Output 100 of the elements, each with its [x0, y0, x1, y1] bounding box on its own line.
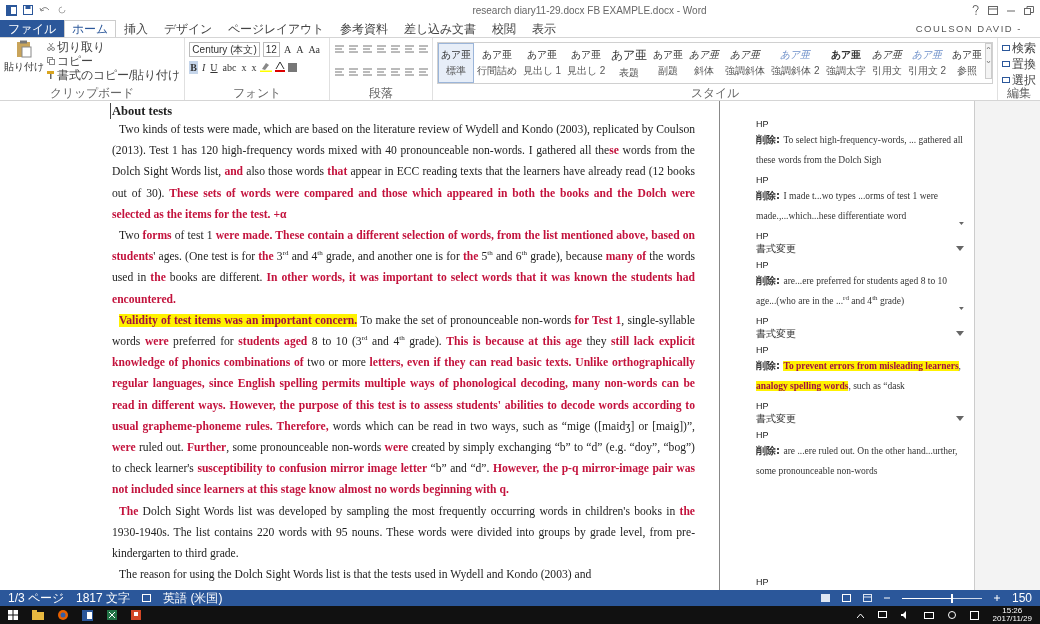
- comment-author: HP: [756, 430, 770, 441]
- windows-start-icon[interactable]: [8, 610, 18, 620]
- copy-button[interactable]: コピー: [47, 54, 181, 68]
- word-count: 1817 文字: [76, 589, 131, 607]
- comment-author: HP: [756, 401, 770, 412]
- save-icon[interactable]: [23, 5, 33, 15]
- zoom-level[interactable]: 150: [1011, 591, 1032, 605]
- file-tab[interactable]: ファイル: [0, 20, 64, 37]
- font-name-field[interactable]: Century (本文): [189, 41, 260, 57]
- deletion-note: 削除: I made t...wo types ...orms of test 1 were made.,...which...hese differentiate word: [756, 189, 940, 223]
- user-name[interactable]: COULSON DAVID -: [915, 23, 1040, 34]
- clock-date: 2017/11/29: [992, 615, 1032, 624]
- style-option[interactable]: あア亜 強調太字: [822, 43, 869, 83]
- ribbon-tab[interactable]: 表示: [524, 20, 564, 37]
- font-button[interactable]: x: [240, 60, 248, 74]
- style-option[interactable]: あア亜 行間詰め: [473, 43, 520, 83]
- folder-icon[interactable]: [32, 610, 44, 620]
- web-layout-icon[interactable]: [862, 594, 872, 602]
- group-label: クリップボード: [49, 87, 136, 100]
- group-label: スタイル: [689, 87, 740, 100]
- style-option[interactable]: あア亜 見出し 2: [563, 43, 609, 83]
- zoom-in-icon[interactable]: [993, 595, 1000, 601]
- dropdown-arrow-icon[interactable]: [959, 221, 964, 226]
- cut-button[interactable]: 切り取り: [47, 40, 181, 54]
- paragraph: The Dolch Sight Words list was developed by sampling the most frequently occurring words in children's books in the 1930-1940s. The list contains 220 words with 95 nouns. These words were divided into groups by grade level, from pre-kindergarten to third grade.: [112, 503, 695, 563]
- ribbon-tab[interactable]: 差し込み文書: [396, 20, 484, 37]
- shading-icon[interactable]: [288, 62, 298, 72]
- excel-taskbar-icon[interactable]: [107, 610, 117, 620]
- scissors-icon: [47, 43, 55, 51]
- group-label: 段落: [367, 87, 394, 100]
- paragraph: The reason for using the Dolch Sight Words list is that the tests used in Wydell and Kondo (2003) and: [118, 567, 593, 584]
- gallery-scroll-icon[interactable]: [985, 43, 992, 79]
- comment-author: HP: [756, 316, 770, 327]
- copy-icon: [47, 57, 55, 65]
- dropdown-arrow-icon[interactable]: [956, 246, 964, 251]
- comment-author: HP: [756, 175, 770, 186]
- ribbon-tab[interactable]: ページレイアウト: [220, 20, 332, 37]
- paragraph: Validity of test items was an important concern. To make the set of pronounceable non-words for Test 1, single-syllable words were preferred for students aged 8 to 10 (3$^{rd}$ and 4$^{th}$ grade). This is because at this age they still lack explicit knowledge of phonics combinations of two or more letters, even if they can read basic texts. Unlike orthographically regular languages, since English spelling permits multiple ways of phonological decoding, many non-words can be read in different ways. However, the purpose of this test is to assess students' abilities to decode words according to usual grapheme-phoneme rules. Therefore, words which can be read in two ways, such as “mige ([maidʒ] or [maig])”, were ruled out. Further, some pronounceable non-words were created by simply exchanging “b” to “d” (e.g. “doy”, “bog”) to check learner's susceptibility to confusion mirror image letter “b” and “d”. However, the p-q mirror-image pair was not included since learners at this stage know almost no words beginning with q.: [112, 312, 695, 499]
- style-option[interactable]: あア亜 引用文 2: [904, 43, 949, 83]
- word-app-icon: [6, 4, 17, 16]
- language-status[interactable]: 英語 (米国): [163, 589, 223, 607]
- format-change-label: 書式変更: [756, 327, 796, 340]
- comment-author: HP: [756, 577, 770, 588]
- help-icon[interactable]: [972, 5, 980, 15]
- editing-button[interactable]: 置換: [1002, 57, 1036, 71]
- style-option[interactable]: あア亜 強調斜体 2: [768, 43, 823, 83]
- restore-icon[interactable]: [1024, 5, 1034, 15]
- editing-button[interactable]: 選択: [1002, 73, 1036, 87]
- style-option[interactable]: あア亜 斜体: [686, 43, 723, 83]
- editing-button[interactable]: 検索: [1002, 41, 1036, 55]
- clipboard-icon: [16, 40, 32, 58]
- ribbon-tab[interactable]: 参考資料: [332, 20, 396, 37]
- paragraph: Two forms of test 1 were made. These contain a different selection of words, from the list mentioned above, based on students' ages. (One test is for the 3$^{rd}$ and 4$^{th}$ grade, and another one is for the 5$^{th}$ and 6$^{th}$ grade), because many of the words used in the books are different. In other words, it was important to select words that it was known the students had encountered.: [112, 228, 695, 308]
- font-button[interactable]: I: [201, 60, 207, 74]
- font-button[interactable]: abc: [221, 60, 238, 74]
- style-option[interactable]: あア亜 標準: [437, 43, 474, 83]
- format-painter-button[interactable]: 書式のコピー/貼り付け: [47, 68, 181, 82]
- dropdown-arrow-icon[interactable]: [956, 331, 964, 336]
- deletion-note: 削除: are...ere preferred for students aged 8 to 10 age...(who are in the ...$^{rd}$ and 4$^{th}$ grade): [756, 274, 949, 308]
- deletion-note: 削除: are ...ere ruled out. On the other hand...urther, some pronounceable non-words: [756, 444, 959, 478]
- font-button[interactable]: B: [189, 60, 198, 74]
- document-heading: About tests: [110, 103, 695, 119]
- powerpoint-taskbar-icon[interactable]: [131, 610, 141, 620]
- comment-author: HP: [756, 119, 770, 130]
- window-title: research diary11-29.docx FB EXAMPLE.docx - Word: [471, 4, 708, 16]
- comment-author: HP: [756, 231, 770, 242]
- paste-button[interactable]: 貼り付け: [4, 40, 44, 87]
- deletion-note: 削除: To select high-frequency-words, ... gathered all these words from the Dolch Sigh: [756, 133, 964, 167]
- font-button[interactable]: U: [209, 60, 219, 74]
- font-color-icon[interactable]: [275, 62, 286, 72]
- comment-author: HP: [756, 260, 770, 271]
- font-button[interactable]: A: [282, 42, 293, 56]
- ribbon-tab[interactable]: 挿入: [116, 20, 156, 37]
- style-option[interactable]: あア亜 参照: [949, 43, 985, 83]
- print-layout-icon[interactable]: [841, 594, 851, 602]
- ribbon-tab[interactable]: ホーム: [64, 20, 116, 37]
- ribbon-display-icon[interactable]: [988, 5, 998, 15]
- page-count: 1/3 ページ: [8, 589, 64, 607]
- font-button[interactable]: x: [250, 60, 258, 74]
- browser-icon[interactable]: [58, 610, 68, 620]
- dropdown-arrow-icon[interactable]: [959, 306, 964, 311]
- comment-author: HP: [756, 345, 770, 356]
- style-option[interactable]: あア亜 強調斜体: [722, 43, 769, 83]
- clock-time: 15:26: [1001, 606, 1024, 615]
- undo-icon[interactable]: [39, 5, 51, 15]
- style-option[interactable]: あア亜 表題: [608, 43, 651, 83]
- style-option[interactable]: あア亜 見出し 1: [519, 43, 564, 83]
- font-button[interactable]: Aa: [307, 42, 322, 56]
- font-size-field[interactable]: 12: [262, 41, 280, 57]
- style-option[interactable]: あア亜 引用文: [868, 43, 905, 83]
- style-option[interactable]: あア亜 副題: [650, 43, 687, 83]
- dropdown-arrow-icon[interactable]: [956, 416, 964, 421]
- font-button[interactable]: A: [295, 42, 305, 56]
- word-taskbar-icon[interactable]: [82, 609, 93, 621]
- ribbon-tab[interactable]: デザイン: [156, 20, 220, 37]
- group-label: 編集: [1006, 87, 1032, 100]
- format-change-label: 書式変更: [756, 412, 796, 425]
- zoom-out-icon[interactable]: [883, 595, 890, 601]
- group-label: フォント: [232, 87, 282, 100]
- ribbon-tab[interactable]: 校閲: [484, 20, 524, 37]
